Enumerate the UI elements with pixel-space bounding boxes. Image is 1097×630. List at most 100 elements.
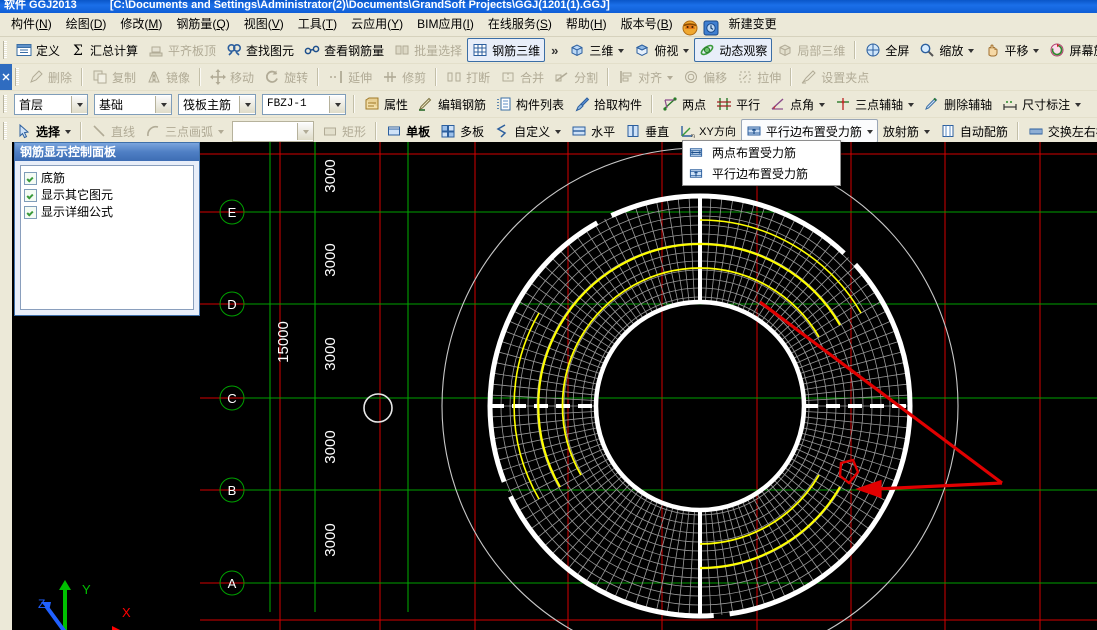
toolbar-button-auto-rebar[interactable]: 自动配筋 [935,119,1013,143]
category-selector[interactable]: 基础 [94,93,172,115]
toolbar-button-custom[interactable]: 自定义 [489,119,566,143]
chevron-down-icon[interactable] [297,122,314,140]
toolbar-button-rotate[interactable]: 旋转 [259,65,313,89]
chevron-down-icon[interactable] [908,103,915,107]
chevron-down-icon[interactable] [1033,49,1040,53]
toolbar-button-view-rebar-qty[interactable]: 查看钢筋量 [299,38,389,62]
toolbar-button-point-angle[interactable]: 点角 [765,92,830,116]
toolbar-button-batch-select[interactable]: 批量选择 [389,38,467,62]
chevron-down-icon[interactable] [683,49,690,53]
user-avatar-icon[interactable] [682,20,699,36]
toolbar-button-rebar-3d[interactable]: 钢筋三维 [467,38,546,62]
toolbar-grip[interactable] [15,68,19,86]
toolbar-button-stretch[interactable]: 拉伸 [732,65,786,89]
menu-item-draw[interactable]: 绘图(D) [59,15,114,34]
draw-mode-selector[interactable] [232,120,315,142]
menu-item-bim[interactable]: BIM应用(I) [410,15,481,34]
menu-item-modify[interactable]: 修改(M) [113,15,169,34]
toolbar-button-screen-rotate[interactable]: 屏幕旋转 [1044,38,1097,62]
toolbar-button-swap-annotation[interactable]: 交换左右标注 [1023,119,1097,143]
toolbar-button-copy[interactable]: 复制 [87,65,141,89]
dropdown-item-two-point-rebar[interactable]: 两点布置受力筋 [684,142,839,163]
toolbar-button-3d-view[interactable]: 三维 [564,38,629,62]
toolbar-button-delete-axis[interactable]: 删除辅轴 [919,92,997,116]
toolbar-button-three-point-arc[interactable]: 三点画弧 [140,119,229,143]
toolbar-button-pick-component[interactable]: 拾取构件 [569,92,647,116]
toolbar-grip[interactable] [3,41,7,59]
toolbar-button-component-list[interactable]: 构件列表 [491,92,569,116]
component-name-selector[interactable]: FBZJ-1 [262,93,346,115]
component-type-selector[interactable]: 筏板主筋 [178,93,256,115]
toolbar-button-top-view[interactable]: 俯视 [629,38,694,62]
chevron-down-icon[interactable] [71,95,87,113]
chevron-down-icon[interactable] [329,95,345,113]
toolbar-button-extend[interactable]: 延伸 [323,65,377,89]
chevron-down-icon[interactable] [218,130,225,134]
menu-item-view[interactable]: 视图(V) [237,15,291,34]
rebar-option-show-detail-formula[interactable]: 显示详细公式 [24,204,190,220]
toolbar-button-three-point-axis[interactable]: 三点辅轴 [830,92,919,116]
toolbar-button-line[interactable]: 直线 [86,119,140,143]
toolbar-button-edit-rebar[interactable]: 编辑钢筋 [413,92,491,116]
toolbar-button-split[interactable]: 分割 [549,65,603,89]
chevron-down-icon[interactable] [819,103,826,107]
toolbar-button-rectangle[interactable]: 矩形 [317,119,371,143]
menu-item-new-change[interactable]: 新建变更 [722,15,784,34]
toolbar-button-find-element[interactable]: 查找图元 [221,38,299,62]
chevron-down-icon[interactable] [1075,103,1082,107]
chevron-down-icon[interactable] [65,130,72,134]
floor-selector[interactable]: 首层 [14,93,88,115]
toolbar-button-properties[interactable]: 属性 [359,92,413,116]
chevron-down-icon[interactable] [866,130,873,134]
menu-item-help[interactable]: 帮助(H) [559,15,614,34]
toolbar-button-move[interactable]: 移动 [205,65,259,89]
toolbar-button-summary-calc[interactable]: Σ 汇总计算 [65,38,143,62]
toolbar-button-dynamic-orbit[interactable]: 动态观察 [694,38,773,62]
toolbar-button-flush-slab-top[interactable]: 平齐板顶 [143,38,221,62]
toolbar-button-break[interactable]: 打断 [441,65,495,89]
checkbox-icon[interactable] [24,205,37,219]
toolbar-button-delete[interactable]: 删除 [23,65,77,89]
toolbar-button-partial-3d[interactable]: 局部三维 [772,38,850,62]
toolbar-button-vertical[interactable]: 垂直 [620,119,674,143]
chevron-down-icon[interactable] [667,76,674,80]
chevron-down-icon[interactable] [618,49,625,53]
menu-item-rebar-qty[interactable]: 钢筋量(Q) [169,15,236,34]
toolbar-button-merge[interactable]: 合并 [495,65,549,89]
chevron-down-icon[interactable] [555,130,562,134]
toolbar-button-mirror[interactable]: 镜像 [141,65,195,89]
toolbar-button-select[interactable]: 选择 [11,119,76,143]
chevron-down-icon[interactable] [968,49,975,53]
rebar-display-control-panel[interactable]: 钢筋显示控制面板 底筋 显示其它图元 显示详细公式 [14,142,200,316]
toolbar-button-radial-rebar[interactable]: 放射筋 [878,119,935,143]
menu-item-version[interactable]: 版本号(B) [614,15,680,34]
parallel-edge-rebar-dropdown[interactable]: 两点布置受力筋 平行边布置受力筋 [682,140,841,186]
chevron-down-icon[interactable] [923,130,930,134]
panel-close-handle[interactable] [0,64,12,90]
toolbar-button-align[interactable]: 对齐 [613,65,678,89]
toolbar-grip[interactable] [3,122,7,140]
toolbar-button-two-point-axis[interactable]: 两点 [657,92,711,116]
toolbar-button-horizontal[interactable]: 水平 [566,119,620,143]
toolbar-overflow-chevron[interactable]: » [545,43,564,58]
toolbar-button-set-grip[interactable]: 设置夹点 [796,65,874,89]
toolbar-button-parallel-axis[interactable]: 平行 [711,92,765,116]
toolbar-button-define[interactable]: 定义 [11,38,65,62]
toolbar-button-zoom[interactable]: 缩放 [914,38,979,62]
rebar-option-bottom-rebar[interactable]: 底筋 [24,170,190,186]
toolbar-button-dimension[interactable]: 尺寸标注 [997,92,1086,116]
update-icon[interactable] [703,20,720,36]
toolbar-button-multi-slab[interactable]: 多板 [435,119,489,143]
toolbar-button-fullscreen[interactable]: 全屏 [860,38,914,62]
menu-item-tools[interactable]: 工具(T) [291,15,344,34]
dropdown-item-parallel-edge-rebar[interactable]: 平行边布置受力筋 [684,163,839,184]
checkbox-icon[interactable] [24,188,37,202]
chevron-down-icon[interactable] [155,95,171,113]
toolbar-button-offset[interactable]: 偏移 [678,65,732,89]
rebar-option-show-other-elements[interactable]: 显示其它图元 [24,187,190,203]
menu-item-online-service[interactable]: 在线服务(S) [481,15,559,34]
toolbar-button-trim[interactable]: 修剪 [377,65,431,89]
checkbox-icon[interactable] [24,171,37,185]
toolbar-grip[interactable] [3,95,7,113]
menu-item-cloud[interactable]: 云应用(Y) [344,15,410,34]
